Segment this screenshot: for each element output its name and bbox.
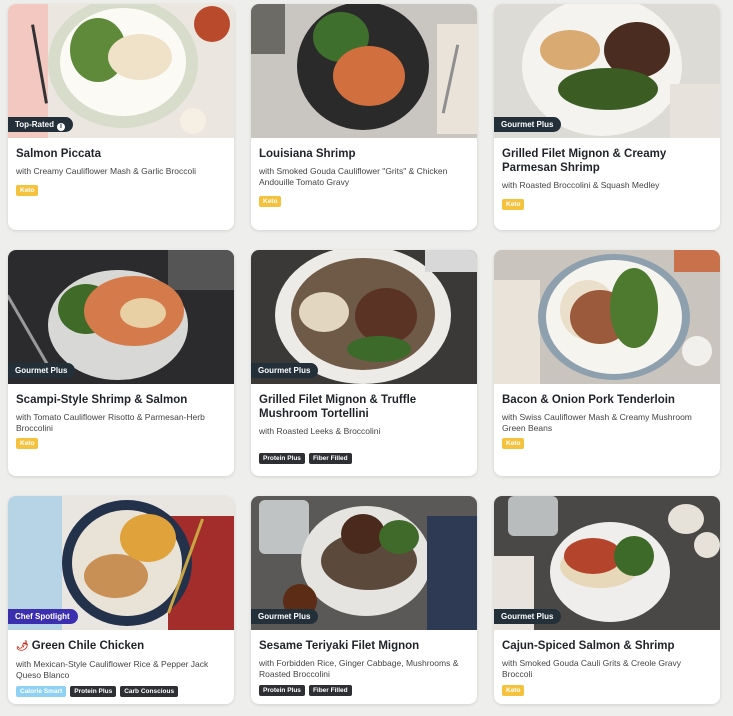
- fiber-filled-tag: Fiber Filled: [308, 453, 352, 464]
- protein-plus-tag: Protein Plus: [259, 453, 305, 464]
- meal-photo[interactable]: Top-Rated i: [8, 4, 234, 138]
- meal-title[interactable]: Sesame Teriyaki Filet Mignon: [259, 639, 469, 653]
- protein-plus-tag: Protein Plus: [70, 686, 117, 697]
- meal-tags: Keto: [16, 185, 226, 197]
- gourmet-plus-badge: Gourmet Plus: [251, 363, 319, 378]
- meal-subtitle: with Smoked Gouda Cauliflower "Grits" & …: [259, 166, 448, 187]
- meal-card[interactable]: Top-Rated i Salmon Piccata with Creamy Ca…: [8, 4, 234, 230]
- keto-tag: Keto: [502, 199, 525, 210]
- carb-conscious-tag: Carb Conscious: [120, 686, 179, 697]
- meal-title[interactable]: Louisiana Shrimp: [259, 147, 469, 161]
- calorie-smart-tag: Calorie Smart: [16, 686, 67, 697]
- meal-subtitle: with Roasted Broccolini & Squash Medley: [502, 180, 660, 190]
- meal-photo[interactable]: Gourmet Plus: [8, 250, 234, 384]
- gourmet-plus-badge: Gourmet Plus: [251, 609, 319, 624]
- chef-spotlight-badge: Chef Spotlight: [8, 609, 78, 624]
- meal-title[interactable]: Scampi-Style Shrimp & Salmon: [16, 393, 226, 407]
- meal-photo[interactable]: Gourmet Plus: [494, 496, 720, 630]
- meal-photo[interactable]: Gourmet Plus: [494, 4, 720, 138]
- meal-subtitle: with Creamy Cauliflower Mash & Garlic Br…: [16, 166, 196, 176]
- meal-title[interactable]: 🌶 Green Chile Chicken: [16, 639, 226, 654]
- protein-plus-tag: Protein Plus: [259, 685, 305, 696]
- meal-tags: Calorie Smart Protein Plus Carb Conscious: [16, 686, 226, 698]
- meal-tags: Keto: [259, 196, 469, 208]
- meal-title[interactable]: Cajun-Spiced Salmon & Shrimp: [502, 639, 712, 653]
- meal-tags: Keto: [502, 685, 712, 697]
- meal-card[interactable]: Chef Spotlight 🌶 Green Chile Chicken with…: [8, 496, 234, 704]
- meal-subtitle: with Smoked Gouda Cauli Grits & Creole G…: [502, 658, 682, 679]
- keto-tag: Keto: [502, 685, 525, 696]
- meal-photo[interactable]: [251, 4, 477, 138]
- meal-title[interactable]: Grilled Filet Mignon & Creamy Parmesan S…: [502, 147, 712, 175]
- meal-card[interactable]: Gourmet Plus Sesame Teriyaki Filet Migno…: [251, 496, 477, 704]
- keto-tag: Keto: [259, 196, 282, 207]
- top-rated-badge: Top-Rated i: [8, 117, 73, 132]
- meal-card[interactable]: Louisiana Shrimp with Smoked Gouda Cauli…: [251, 4, 477, 230]
- meal-title[interactable]: Grilled Filet Mignon & Truffle Mushroom …: [259, 393, 469, 421]
- meal-subtitle: with Mexican-Style Cauliflower Rice & Pe…: [16, 659, 209, 680]
- meal-tags: Keto: [16, 438, 226, 450]
- meal-card[interactable]: Gourmet Plus Scampi-Style Shrimp & Salmo…: [8, 250, 234, 476]
- meal-tags: Keto: [502, 199, 712, 211]
- meal-title[interactable]: Salmon Piccata: [16, 147, 226, 161]
- gourmet-plus-badge: Gourmet Plus: [8, 363, 76, 378]
- meal-tags: Keto: [502, 438, 712, 450]
- info-icon[interactable]: i: [56, 123, 65, 131]
- chili-pepper-icon: 🌶: [16, 641, 29, 652]
- meal-card[interactable]: Gourmet Plus Grilled Filet Mignon & Crea…: [494, 4, 720, 230]
- meal-photo[interactable]: Chef Spotlight: [8, 496, 234, 630]
- meal-subtitle: with Roasted Leeks & Broccolini: [259, 426, 381, 436]
- meal-subtitle: with Swiss Cauliflower Mash & Creamy Mus…: [502, 412, 692, 433]
- meal-photo[interactable]: Gourmet Plus: [251, 250, 477, 384]
- meal-photo[interactable]: [494, 250, 720, 384]
- keto-tag: Keto: [16, 185, 39, 196]
- meal-grid: Top-Rated i Salmon Piccata with Creamy Ca…: [0, 0, 733, 716]
- gourmet-plus-badge: Gourmet Plus: [494, 609, 562, 624]
- meal-tags: Protein Plus Fiber Filled: [259, 685, 469, 697]
- meal-card[interactable]: Gourmet Plus Cajun-Spiced Salmon & Shrim…: [494, 496, 720, 704]
- meal-title[interactable]: Bacon & Onion Pork Tenderloin: [502, 393, 712, 407]
- meal-photo[interactable]: Gourmet Plus: [251, 496, 477, 630]
- meal-card[interactable]: Gourmet Plus Grilled Filet Mignon & Truf…: [251, 250, 477, 476]
- meal-tags: Protein Plus Fiber Filled: [259, 453, 469, 465]
- keto-tag: Keto: [502, 438, 525, 449]
- meal-card[interactable]: Bacon & Onion Pork Tenderloin with Swiss…: [494, 250, 720, 476]
- fiber-filled-tag: Fiber Filled: [308, 685, 352, 696]
- gourmet-plus-badge: Gourmet Plus: [494, 117, 562, 132]
- meal-subtitle: with Forbidden Rice, Ginger Cabbage, Mus…: [259, 658, 459, 679]
- keto-tag: Keto: [16, 438, 39, 449]
- meal-subtitle: with Tomato Cauliflower Risotto & Parmes…: [16, 412, 205, 433]
